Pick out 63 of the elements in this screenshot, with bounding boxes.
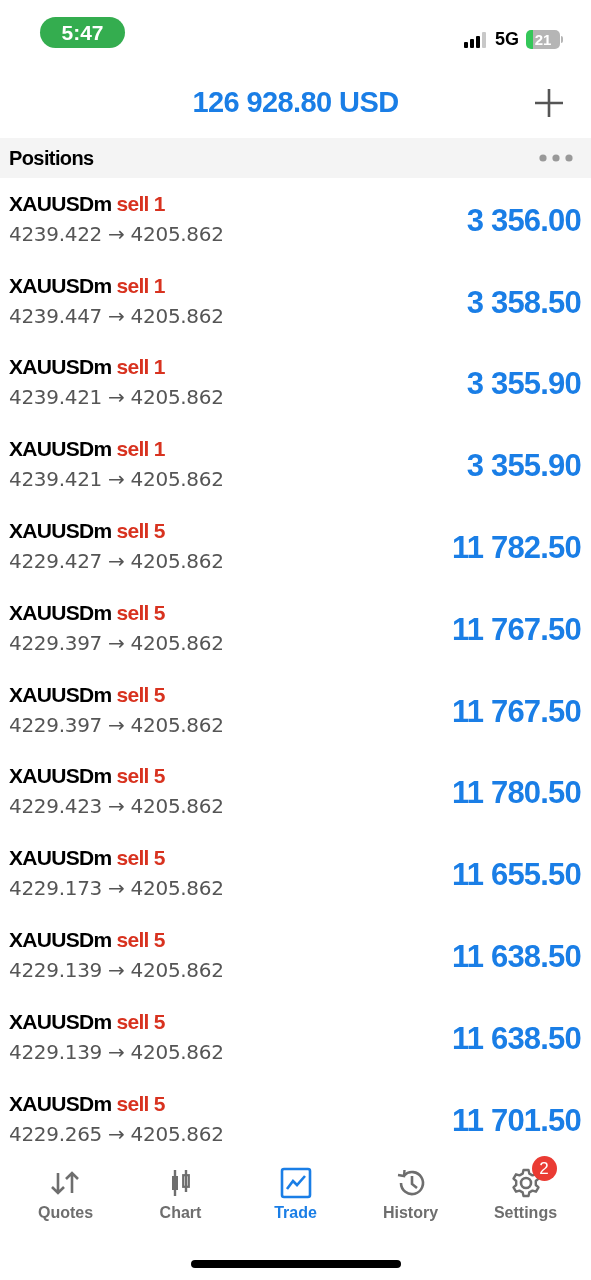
price-range: 4229.139 → 4205.862 — [9, 958, 224, 983]
price-range: 4229.139 → 4205.862 — [9, 1039, 224, 1064]
trade-side: sell 5 — [116, 682, 165, 707]
trade-side: sell 1 — [116, 273, 165, 298]
trade-side: sell 5 — [116, 846, 165, 871]
trade-side: sell 5 — [116, 1091, 165, 1116]
profit-value: 11 767.50 — [452, 611, 581, 648]
status-time: 5:47 — [40, 17, 125, 48]
battery-icon: 21 — [526, 30, 563, 49]
trade-side: sell 5 — [116, 519, 165, 544]
price-range: 4239.421 → 4205.862 — [9, 467, 224, 492]
profit-value: 11 767.50 — [452, 693, 581, 730]
tab[interactable]: History — [353, 1160, 468, 1248]
symbol-name: XAUUSDm — [9, 1009, 112, 1034]
profit-value: 11 638.50 — [452, 1020, 581, 1057]
trade-side: sell 5 — [116, 764, 165, 789]
profit-value: 11 782.50 — [452, 530, 581, 567]
symbol-name: XAUUSDm — [9, 519, 112, 544]
symbol-name: XAUUSDm — [9, 846, 112, 871]
section-title: Positions — [9, 146, 94, 170]
symbol-name: XAUUSDm — [9, 600, 112, 625]
trade-side: sell 1 — [116, 437, 165, 462]
price-range: 4229.427 → 4205.862 — [9, 549, 224, 574]
account-balance: 126 928.80 USD — [192, 85, 399, 119]
trade-side: sell 5 — [116, 1009, 165, 1034]
symbol-name: XAUUSDm — [9, 355, 112, 380]
profit-value: 11 638.50 — [452, 939, 581, 976]
more-icon[interactable] — [539, 154, 573, 162]
trade-side: sell 1 — [116, 191, 165, 216]
symbol-name: XAUUSDm — [9, 928, 112, 953]
price-range: 4229.173 → 4205.862 — [9, 876, 224, 901]
price-range: 4239.422 → 4205.862 — [9, 221, 224, 246]
symbol-name: XAUUSDm — [9, 437, 112, 462]
symbol-name: XAUUSDm — [9, 764, 112, 789]
price-range: 4229.265 → 4205.862 — [9, 1121, 224, 1146]
profit-value: 11 780.50 — [452, 775, 581, 812]
line-chart-icon — [279, 1167, 312, 1199]
profit-value: 11 655.50 — [452, 857, 581, 894]
notification-badge: 2 — [531, 1156, 557, 1181]
symbol-name: XAUUSDm — [9, 1091, 112, 1116]
price-range: 4229.397 → 4205.862 — [9, 630, 224, 655]
profit-value: 3 356.00 — [466, 202, 581, 239]
profit-value: 3 355.90 — [466, 366, 581, 403]
profit-value: 3 355.90 — [466, 448, 581, 485]
trade-side: sell 1 — [116, 355, 165, 380]
profit-value: 11 701.50 — [452, 1102, 581, 1139]
tab[interactable]: Chart — [123, 1160, 238, 1248]
profit-value: 3 358.50 — [466, 284, 581, 321]
symbol-name: XAUUSDm — [9, 191, 112, 216]
price-range: 4239.421 → 4205.862 — [9, 385, 224, 410]
price-range: 4239.447 → 4205.862 — [9, 303, 224, 328]
symbol-name: XAUUSDm — [9, 682, 112, 707]
network-label: 5G — [495, 29, 519, 50]
signal-icon — [464, 31, 488, 48]
price-range: 4229.423 → 4205.862 — [9, 794, 224, 819]
symbol-name: XAUUSDm — [9, 273, 112, 298]
tab[interactable]: Trade — [238, 1160, 353, 1248]
trade-side: sell 5 — [116, 928, 165, 953]
price-range: 4229.397 → 4205.862 — [9, 712, 224, 737]
plus-icon[interactable] — [534, 88, 564, 118]
trade-side: sell 5 — [116, 600, 165, 625]
tab[interactable]: Quotes — [8, 1160, 123, 1248]
settings-icon — [509, 1167, 542, 1199]
